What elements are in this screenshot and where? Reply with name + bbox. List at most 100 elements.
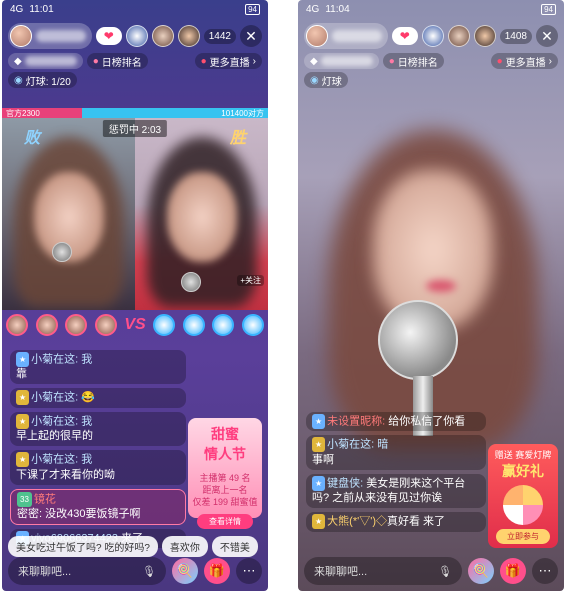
rank-icon: ● xyxy=(92,55,99,67)
coin-pill[interactable]: ◆ xyxy=(304,53,379,69)
viewer-avatar[interactable] xyxy=(125,25,148,47)
host-avatar[interactable] xyxy=(306,25,328,47)
gift-promo-card[interactable]: 赠送 赛爱灯牌 赢好礼 立即参与 xyxy=(488,444,558,548)
chevron-right-icon: › xyxy=(548,55,552,67)
level-badge: ★ xyxy=(312,475,326,491)
pk-right-video[interactable]: 胜 +关注 xyxy=(135,118,268,310)
follow-heart-button[interactable]: ❤ xyxy=(391,27,418,45)
chat-username: 小菊在这: xyxy=(31,391,79,404)
promo-details-button[interactable]: 查看详情 xyxy=(197,514,253,529)
gifter-avatar[interactable] xyxy=(65,314,88,336)
more-live-pill[interactable]: ● 更多直播 › xyxy=(490,53,558,69)
more-live-label: 更多直播 xyxy=(505,57,546,69)
right-screenshot: 4G 11:04 94 ❤ 1408 ✕ ◆ ● 日榜排名 ● 更多直播 › ◉ 灯球 … xyxy=(298,0,564,591)
chat-input[interactable]: 来聊聊吧... 🎙 xyxy=(304,557,462,585)
chat-username: 小菊在这: 我 xyxy=(31,353,93,366)
valentine-promo-card[interactable]: 甜蜜 情人节 主播第 49 名 距离上一名 仅差 199 甜蜜值 查看详情 xyxy=(188,418,262,529)
info-row: ◆ ● 日榜排名 ● 更多直播 › xyxy=(304,52,558,70)
gifter-avatar[interactable] xyxy=(6,314,28,336)
rank-pill[interactable]: ● 日榜排名 xyxy=(86,53,148,69)
chat-message[interactable]: ★ 小菊在这: 暗事啊 xyxy=(306,435,486,470)
chat-message[interactable]: ★ 小菊在这: 我早上起的很早的 xyxy=(10,411,186,447)
chat-message[interactable]: ★ 键盘侠: 美女是刚来这个平台吗? 之前从来没有见过你诶 xyxy=(306,473,486,509)
gifter-avatar[interactable] xyxy=(212,314,235,336)
host-name-blurred xyxy=(332,30,382,42)
gifter-avatar[interactable] xyxy=(35,314,58,336)
level-badge: ★ xyxy=(312,414,326,429)
quick-reply[interactable]: 不错美 xyxy=(211,536,258,557)
pk-left-score: 官方2300 xyxy=(2,108,82,118)
mic-icon[interactable]: 🎙 xyxy=(142,565,156,578)
lantern-icon: ◉ xyxy=(14,74,23,86)
gift-icon[interactable]: 🎁 xyxy=(500,558,526,584)
pk-left-video[interactable]: 败 xyxy=(2,118,135,310)
close-button[interactable]: ✕ xyxy=(240,25,262,47)
chat-message[interactable]: ★ 小菊在这: 我下课了才来看你的呦 xyxy=(10,450,186,485)
more-live-pill[interactable]: ● 更多直播 › xyxy=(194,53,262,69)
host-info[interactable] xyxy=(304,23,388,49)
gifter-avatar[interactable] xyxy=(182,314,205,336)
promo-join-button[interactable]: 立即参与 xyxy=(496,529,550,544)
chat-message[interactable]: ★ 未设置昵称: 给你私信了你看 xyxy=(306,412,486,432)
pk-timer: 惩罚中 2:03 xyxy=(102,120,168,137)
live-icon: ● xyxy=(200,55,207,67)
lantern-label: 灯球: 1/20 xyxy=(25,76,71,88)
viewer-avatar[interactable] xyxy=(151,25,174,47)
chat-text: 真好看 来了 xyxy=(386,515,446,528)
host-info[interactable] xyxy=(8,23,92,49)
streamer-video[interactable] xyxy=(328,130,538,450)
pk-score-bar: 官方2300 101400对方 xyxy=(2,108,268,118)
mic-icon[interactable]: 🎙 xyxy=(438,565,452,578)
bottom-bar: 来聊聊吧... 🎙 🍭 🎁 ⋯ xyxy=(8,557,262,585)
battery-icon: 94 xyxy=(541,3,556,15)
streamer-lips xyxy=(426,280,456,292)
follow-tag[interactable]: +关注 xyxy=(237,275,264,286)
quick-reply[interactable]: 喜欢你 xyxy=(161,536,208,557)
prize-wheel-icon xyxy=(503,485,543,525)
diamond-icon: ◆ xyxy=(310,55,318,67)
coin-pill[interactable]: ◆ xyxy=(8,53,83,69)
candy-icon[interactable]: 🍭 xyxy=(172,558,198,584)
rank-pill[interactable]: ● 日榜排名 xyxy=(382,53,444,69)
level-badge: ★ xyxy=(312,514,326,530)
signal-label: 4G xyxy=(306,3,320,15)
rank-label: 日榜排名 xyxy=(101,57,142,69)
close-button[interactable]: ✕ xyxy=(536,25,558,47)
viewer-count[interactable]: 1442 xyxy=(203,28,236,44)
promo-title: 赢好礼 xyxy=(502,463,544,479)
chat-username: 镜花 xyxy=(33,493,56,506)
lantern-pill[interactable]: ◉ 灯球 xyxy=(304,72,348,88)
chat-message[interactable]: ★ 大熊(*'▽')◇真好看 来了 xyxy=(306,512,486,532)
viewer-avatar[interactable] xyxy=(473,25,496,47)
bottom-bar: 来聊聊吧... 🎙 🍭 🎁 ⋯ xyxy=(304,557,558,585)
gifter-avatar[interactable] xyxy=(241,314,264,336)
gifter-avatar[interactable] xyxy=(94,314,117,336)
lantern-label: 灯球 xyxy=(321,76,342,88)
chat-text: 下课了才来看你的呦 xyxy=(16,468,115,481)
lantern-pill[interactable]: ◉ 灯球: 1/20 xyxy=(8,72,77,88)
viewer-avatar[interactable] xyxy=(177,25,200,47)
pk-gifters-row: VS xyxy=(2,312,268,338)
gift-icon[interactable]: 🎁 xyxy=(204,558,230,584)
gifter-avatar[interactable] xyxy=(153,314,176,336)
chat-message[interactable]: ★ 小菊在这: 我靠 xyxy=(10,350,186,385)
chevron-right-icon: › xyxy=(252,55,256,67)
more-icon[interactable]: ⋯ xyxy=(236,558,262,584)
level-badge: ★ xyxy=(312,437,326,453)
follow-heart-button[interactable]: ❤ xyxy=(95,27,122,45)
chat-text: 早上起的很早的 xyxy=(16,430,93,443)
viewer-avatar[interactable] xyxy=(447,25,470,47)
chat-message-highlight[interactable]: 33 镜花 密密: 没改430要饭镜子啊 xyxy=(10,488,186,526)
more-icon[interactable]: ⋯ xyxy=(532,558,558,584)
host-avatar[interactable] xyxy=(10,25,32,47)
chat-message[interactable]: ★ 小菊在这: 😂 xyxy=(10,388,186,408)
chat-list: ★ 未设置昵称: 给你私信了你看 ★ 小菊在这: 暗事啊 ★ 键盘侠: 美女是刚来这个… xyxy=(306,412,486,536)
viewer-count[interactable]: 1408 xyxy=(499,28,532,44)
status-bar: 4G 11:04 94 xyxy=(298,0,564,18)
blurred-text xyxy=(320,56,373,66)
chat-input[interactable]: 来聊聊吧... 🎙 xyxy=(8,557,166,585)
microphone-icon xyxy=(181,272,201,292)
quick-reply[interactable]: 美女吃过午饭了吗? 吃的好吗? xyxy=(8,536,158,557)
viewer-avatar[interactable] xyxy=(421,25,444,47)
candy-icon[interactable]: 🍭 xyxy=(468,558,494,584)
